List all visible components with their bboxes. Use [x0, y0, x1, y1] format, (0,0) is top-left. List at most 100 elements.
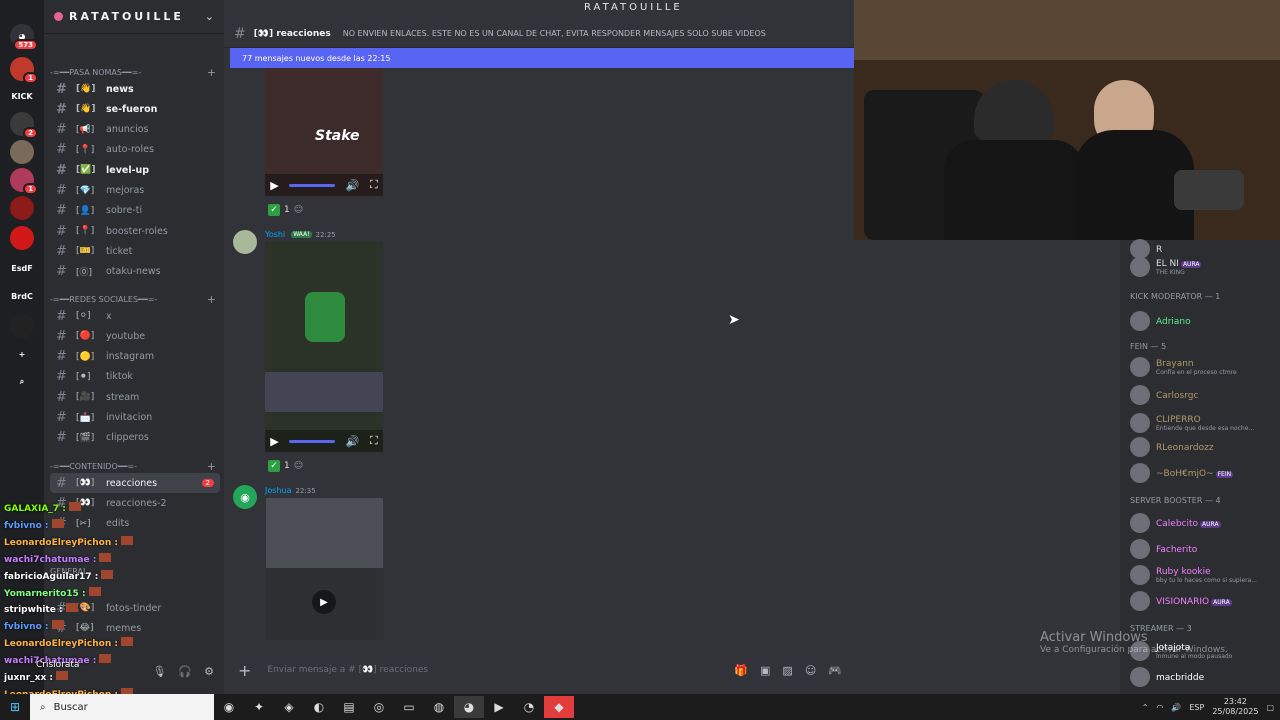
volume-icon[interactable]: 🔊 — [346, 179, 360, 192]
game-icon[interactable]: 🎮 — [828, 664, 842, 677]
whatsapp-icon[interactable]: ◔ — [514, 696, 544, 718]
player-icon[interactable]: ▶ — [484, 696, 514, 718]
gif-icon[interactable]: ▣ — [760, 664, 770, 677]
brave-icon[interactable]: ◈ — [274, 696, 304, 718]
channel-item[interactable]: # [📩] invitacion — [50, 408, 220, 428]
channel-item[interactable]: # [🎬] clipperos — [50, 428, 220, 448]
server-icon[interactable] — [10, 226, 34, 250]
avatar[interactable]: ◉ — [233, 485, 257, 509]
video-attachment[interactable]: Stake ▶ 🔊 ⛶ — [265, 68, 383, 196]
server-icon[interactable] — [10, 140, 34, 164]
channel-item[interactable]: # [📍] booster-roles — [50, 221, 220, 241]
channel-item[interactable]: # [🎥] stream — [50, 387, 220, 407]
play-icon[interactable]: ▶ — [270, 179, 278, 192]
server-icon[interactable] — [10, 314, 34, 338]
plus-icon[interactable]: + — [207, 66, 220, 79]
message-composer[interactable]: + Enviar mensaje a # [👀] reacciones 🎁 ▣ ▨ ☺… — [230, 656, 848, 684]
volume-icon[interactable]: 🔊 — [346, 435, 360, 448]
progress-bar[interactable] — [289, 439, 336, 443]
server-icon[interactable]: EsdF — [10, 256, 34, 280]
new-messages-bar[interactable]: 77 mensajes nuevos desde las 22:15 — [230, 48, 854, 68]
progress-bar[interactable] — [289, 183, 336, 187]
author-name[interactable]: Yoshi — [265, 230, 285, 239]
member-item[interactable]: Carlosrgc — [1130, 384, 1280, 406]
server-icon[interactable]: 1 — [10, 168, 38, 195]
server-icon[interactable]: + — [10, 342, 34, 366]
server-icon[interactable] — [10, 196, 34, 220]
channel-item[interactable]: # [👋] news — [50, 79, 220, 99]
member-item[interactable]: RLeonardozz — [1130, 436, 1280, 458]
reaction-row[interactable]: ✓ 1 ☺ — [268, 204, 303, 216]
server-icon[interactable]: 2 — [10, 112, 38, 139]
fullscreen-icon[interactable]: ⛶ — [370, 178, 378, 192]
add-reaction-icon[interactable]: ☺ — [294, 205, 303, 215]
server-icon[interactable]: BrdC — [10, 284, 34, 308]
play-icon[interactable]: ▶ — [270, 435, 278, 448]
member-item[interactable]: Ruby kookie bby tu lo haces como si supie… — [1130, 564, 1280, 586]
server-icon[interactable]: ⌕ — [10, 370, 34, 394]
author-name[interactable]: Joshua — [265, 486, 291, 495]
channel-item[interactable]: # [📢] anuncios — [50, 120, 220, 140]
category-header[interactable]: -=━━REDES SOCIALES━━=- + — [50, 292, 220, 306]
video-attachment[interactable]: ▶ — [266, 498, 383, 640]
play-icon[interactable]: ▶ — [312, 590, 336, 614]
obs-icon[interactable]: ◍ — [424, 696, 454, 718]
member-item[interactable]: Adriano — [1130, 310, 1280, 332]
member-item[interactable]: CLIPERRO Entiende que desde esa noche... — [1130, 412, 1280, 434]
member-item[interactable]: Calebcito AURA — [1130, 512, 1280, 534]
channel-item[interactable]: # [🎫] ticket — [50, 241, 220, 261]
server-header[interactable]: RATATOUILLE ⌄ — [44, 0, 224, 34]
category-header[interactable]: -=━━PASA NOMAS━━=- + — [50, 65, 220, 79]
member-item[interactable]: ~BoH€mjO~ FEIN — [1130, 462, 1280, 484]
language-indicator[interactable]: ESP — [1189, 703, 1204, 712]
emoji-icon[interactable]: ☺ — [805, 664, 816, 677]
copilot-icon[interactable]: ✦ — [244, 696, 274, 718]
member-item[interactable]: Brayann Confía en el proceso ctmre — [1130, 356, 1280, 378]
notepad-icon[interactable]: ▤ — [334, 696, 364, 718]
channel-item[interactable]: # [👤] sobre-ti — [50, 201, 220, 221]
channel-item[interactable]: # [💎] mejoras — [50, 181, 220, 201]
chevron-up-icon[interactable]: ⌃ — [1142, 703, 1149, 712]
channel-item[interactable]: # [⚪] x — [50, 306, 220, 326]
volume-icon[interactable]: 🔊 — [1171, 703, 1181, 712]
category-header[interactable]: -=━━CONTENIDO━━=- + — [50, 459, 220, 473]
folder-icon[interactable]: ▭ — [394, 696, 424, 718]
chrome-icon[interactable]: ◉ — [214, 696, 244, 718]
channel-item[interactable]: # [⓪] otaku-news — [50, 262, 220, 282]
plus-icon[interactable]: + — [207, 293, 220, 306]
member-item[interactable]: VISIONARIO AURA — [1130, 590, 1280, 612]
channel-item[interactable]: # [👋] se-fueron — [50, 99, 220, 119]
plus-icon[interactable]: + — [238, 661, 251, 680]
notification-icon[interactable]: ▢ — [1266, 703, 1274, 712]
chrome-2-icon[interactable]: ◎ — [364, 696, 394, 718]
gift-icon[interactable]: 🎁 — [734, 664, 748, 677]
channel-item[interactable]: # [📍] auto-roles — [50, 140, 220, 160]
discord-home-icon[interactable]: ◕ 573 — [10, 24, 38, 51]
channel-item[interactable]: # [🔴] youtube — [50, 326, 220, 346]
clock[interactable]: 23:42 25/08/2025 — [1212, 697, 1258, 717]
channel-item[interactable]: # [👀] reacciones 2 — [50, 473, 220, 493]
discord-icon[interactable]: ◕ — [454, 696, 484, 718]
reaction-row[interactable]: ✓ 1 ☺ — [268, 460, 303, 472]
member-item[interactable]: Facherito — [1130, 538, 1280, 560]
wifi-icon[interactable]: ◠ — [1156, 703, 1163, 712]
server-icon[interactable]: KICK — [10, 84, 34, 108]
server-icon[interactable]: 1 — [10, 57, 38, 84]
chevron-down-icon[interactable]: ⌄ — [205, 10, 214, 23]
avatar[interactable] — [233, 230, 257, 254]
channel-item[interactable]: # [🟡] instagram — [50, 347, 220, 367]
fullscreen-icon[interactable]: ⛶ — [370, 434, 378, 448]
member-item[interactable]: EL NI AURA THE KING — [1130, 256, 1280, 278]
channel-item[interactable]: # [⚫] tiktok — [50, 367, 220, 387]
taskbar-search[interactable]: ⌕ Buscar — [30, 694, 214, 720]
member-item[interactable]: macbridde — [1130, 666, 1280, 688]
app-red-icon[interactable]: ◆ — [544, 696, 574, 718]
channel-item[interactable]: # [✅] level-up — [50, 160, 220, 180]
video-attachment[interactable]: ▶ 🔊 ⛶ — [265, 242, 383, 452]
headphones-icon[interactable]: 🎧 — [178, 665, 192, 678]
live-icon[interactable]: ◐ — [304, 696, 334, 718]
microphone-icon[interactable]: 🎙 — [152, 665, 166, 678]
plus-icon[interactable]: + — [207, 460, 220, 473]
gear-icon[interactable]: ⚙ — [204, 665, 214, 678]
add-reaction-icon[interactable]: ☺ — [294, 461, 303, 471]
